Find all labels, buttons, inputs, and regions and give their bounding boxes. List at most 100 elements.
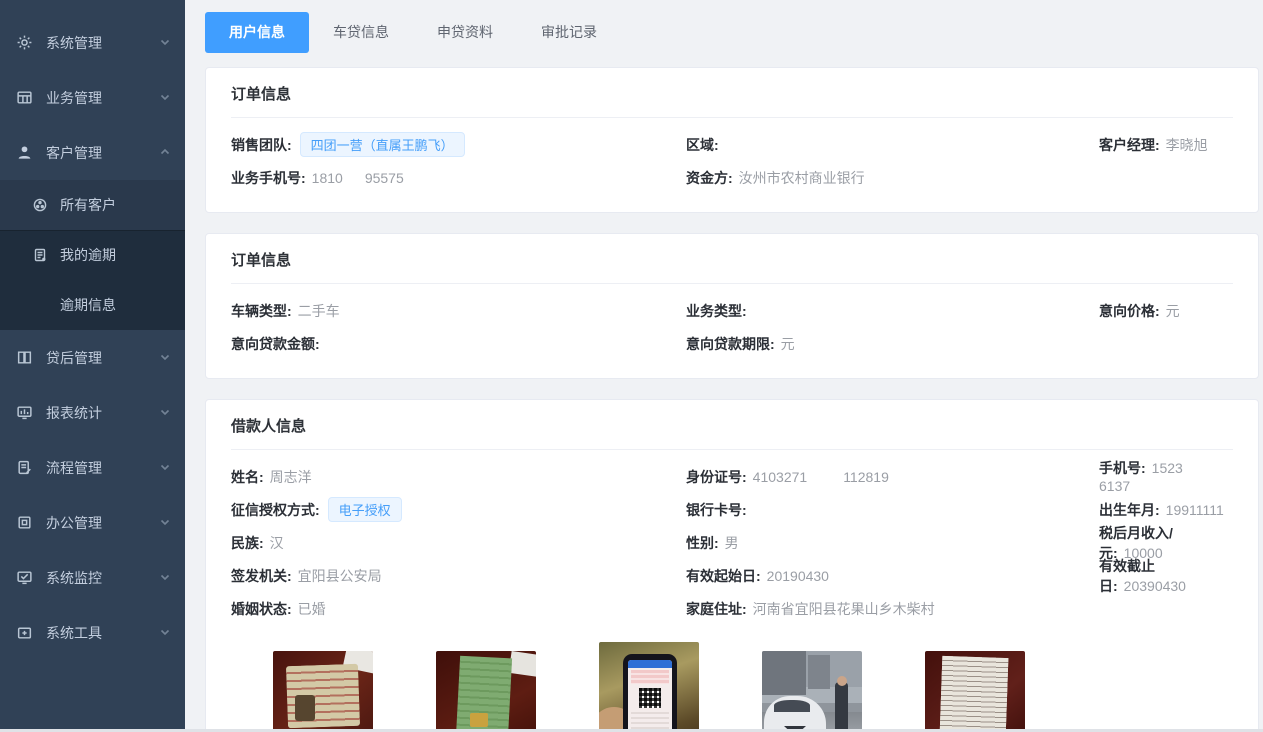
field-loan-term: 意向贷款期限: 元 [686, 334, 1099, 354]
sidebar-item-process-management[interactable]: 流程管理 [0, 440, 185, 495]
sidebar-item-overdue-info[interactable]: 逾期信息 [0, 280, 185, 330]
credit-auth-tag[interactable]: 电子授权 [328, 497, 402, 522]
book-icon [16, 349, 33, 366]
photo-item: 驾驶证照片 [436, 651, 536, 732]
field-value: 19911111 [1166, 502, 1224, 518]
chevron-down-icon [159, 405, 171, 421]
field-business-phone: 业务手机号: 181095575 [231, 168, 686, 188]
field-label: 民族: [231, 535, 264, 551]
redaction-box [1183, 461, 1209, 476]
sidebar-item-label: 报表统计 [46, 403, 102, 423]
sidebar-item-my-overdue[interactable]: 我的逾期 [0, 230, 185, 280]
field-label: 资金方: [686, 170, 733, 186]
detail-tabs: 用户信息 车贷信息 申贷资料 审批记录 [205, 12, 1263, 53]
field-sales-team: 销售团队: 四团一营（直属王鹏飞） [231, 132, 686, 157]
field-customer-manager: 客户经理: 李晓旭 [1099, 135, 1233, 155]
field-label: 手机号: [1099, 460, 1146, 476]
photo-item: 本人照 [273, 651, 373, 732]
sidebar-item-post-loan-management[interactable]: 贷后管理 [0, 330, 185, 385]
sidebar-item-label: 系统工具 [46, 623, 102, 643]
card-title: 借款人信息 [231, 415, 1233, 450]
field-label: 意向价格: [1099, 303, 1160, 319]
sidebar-item-business-management[interactable]: 业务管理 [0, 70, 185, 125]
field-label: 银行卡号: [686, 502, 747, 518]
field-label: 意向贷款期限: [686, 336, 775, 352]
sidebar-item-label: 系统管理 [46, 33, 102, 53]
redaction-box [343, 171, 365, 186]
user-icon [16, 144, 33, 161]
chevron-down-icon [159, 90, 171, 106]
tab-car-loan-info[interactable]: 车贷信息 [309, 12, 413, 53]
tab-user-info[interactable]: 用户信息 [205, 12, 309, 53]
tab-approval-records[interactable]: 审批记录 [517, 12, 621, 53]
sidebar-item-system-tools[interactable]: 系统工具 [0, 605, 185, 660]
peoples-icon [32, 197, 48, 213]
field-home-address: 家庭住址:河南省宜阳县花果山乡木柴村 [686, 599, 1099, 619]
field-mobile-phone: 手机号:15236137 [1099, 458, 1233, 496]
field-label: 姓名: [231, 469, 264, 485]
sidebar-item-label: 逾期信息 [60, 295, 116, 315]
field-ethnicity: 民族: 汉 [231, 533, 686, 553]
sidebar-item-system-monitor[interactable]: 系统监控 [0, 550, 185, 605]
credit-auth-photo[interactable] [599, 642, 699, 732]
field-value: 元 [1166, 303, 1180, 319]
sales-team-tag[interactable]: 四团一营（直属王鹏飞） [300, 132, 465, 157]
field-label: 出生年月: [1099, 502, 1160, 518]
card-title: 订单信息 [231, 249, 1233, 284]
drivers-license-photo[interactable] [436, 651, 536, 732]
sidebar-item-customer-management[interactable]: 客户管理 [0, 125, 185, 180]
office-icon [16, 514, 33, 531]
field-label: 征信授权方式: [231, 502, 320, 518]
field-label: 客户经理: [1099, 137, 1160, 153]
chevron-down-icon [159, 350, 171, 366]
field-business-type: 业务类型: [686, 301, 1099, 321]
chevron-down-icon [159, 625, 171, 641]
field-label: 身份证号: [686, 469, 747, 485]
sidebar-item-system-management[interactable]: 系统管理 [0, 15, 185, 70]
field-label: 车辆类型: [231, 303, 292, 319]
field-value: 河南省宜阳县花果山乡木柴村 [753, 601, 935, 617]
field-value: 20190430 [767, 568, 829, 584]
field-label: 婚姻状态: [231, 601, 292, 617]
sidebar-item-office-management[interactable]: 办公管理 [0, 495, 185, 550]
borrower-info-card: 借款人信息 姓名:周志洋 身份证号:4103271112819 手机号:1523… [205, 399, 1259, 732]
field-label: 销售团队: [231, 137, 292, 153]
field-value: 已婚 [298, 601, 326, 617]
car-with-owner-photo[interactable] [762, 651, 862, 732]
field-marital-status: 婚姻状态: 已婚 [231, 599, 686, 619]
field-label: 意向贷款金额: [231, 336, 320, 352]
sidebar-item-all-customers[interactable]: 所有客户 [0, 180, 185, 230]
field-value: 元 [781, 336, 795, 352]
field-label: 业务手机号: [231, 170, 306, 186]
field-value: 181095575 [312, 170, 404, 186]
clipboard-icon [16, 459, 33, 476]
field-value: 汉 [270, 535, 284, 551]
sidebar-item-label: 所有客户 [60, 195, 116, 215]
id-card-photo[interactable] [273, 651, 373, 732]
document-icon [32, 247, 48, 263]
field-intent-price: 意向价格: 元 [1099, 301, 1233, 321]
field-label: 性别: [686, 535, 719, 551]
sidebar-item-label: 贷后管理 [46, 348, 102, 368]
redaction-box [807, 470, 843, 485]
field-value: 4103271112819 [753, 469, 889, 485]
photo-item: 村委证明 [925, 651, 1025, 732]
tab-loan-application-docs[interactable]: 申贷资料 [413, 12, 517, 53]
field-loan-amount: 意向贷款金额: [231, 334, 686, 354]
sidebar-item-label: 业务管理 [46, 88, 102, 108]
order-info-card-1: 订单信息 销售团队:四团一营（直属王鹏飞） 区域: 客户经理:李晓旭 业务手机号… [205, 67, 1259, 213]
sidebar-item-report-statistics[interactable]: 报表统计 [0, 385, 185, 440]
field-credit-auth-method: 征信授权方式: 电子授权 [231, 497, 686, 522]
sidebar: 系统管理 业务管理 客户管理 所有客户 [0, 0, 185, 732]
handwritten-doc-photo[interactable] [925, 651, 1025, 732]
field-issuing-authority: 签发机关:宜阳县公安局 [231, 566, 686, 586]
field-id-number: 身份证号: 4103271112819 [686, 467, 1099, 487]
field-label: 区域: [686, 137, 719, 153]
toolbox-icon [16, 624, 33, 641]
field-funder: 资金方:汝州市农村商业银行 [686, 168, 1099, 188]
field-label: 签发机关: [231, 568, 292, 584]
gear-icon [16, 34, 33, 51]
field-value: 李晓旭 [1166, 137, 1208, 153]
sidebar-item-label: 系统监控 [46, 568, 102, 588]
sidebar-item-label: 流程管理 [46, 458, 102, 478]
